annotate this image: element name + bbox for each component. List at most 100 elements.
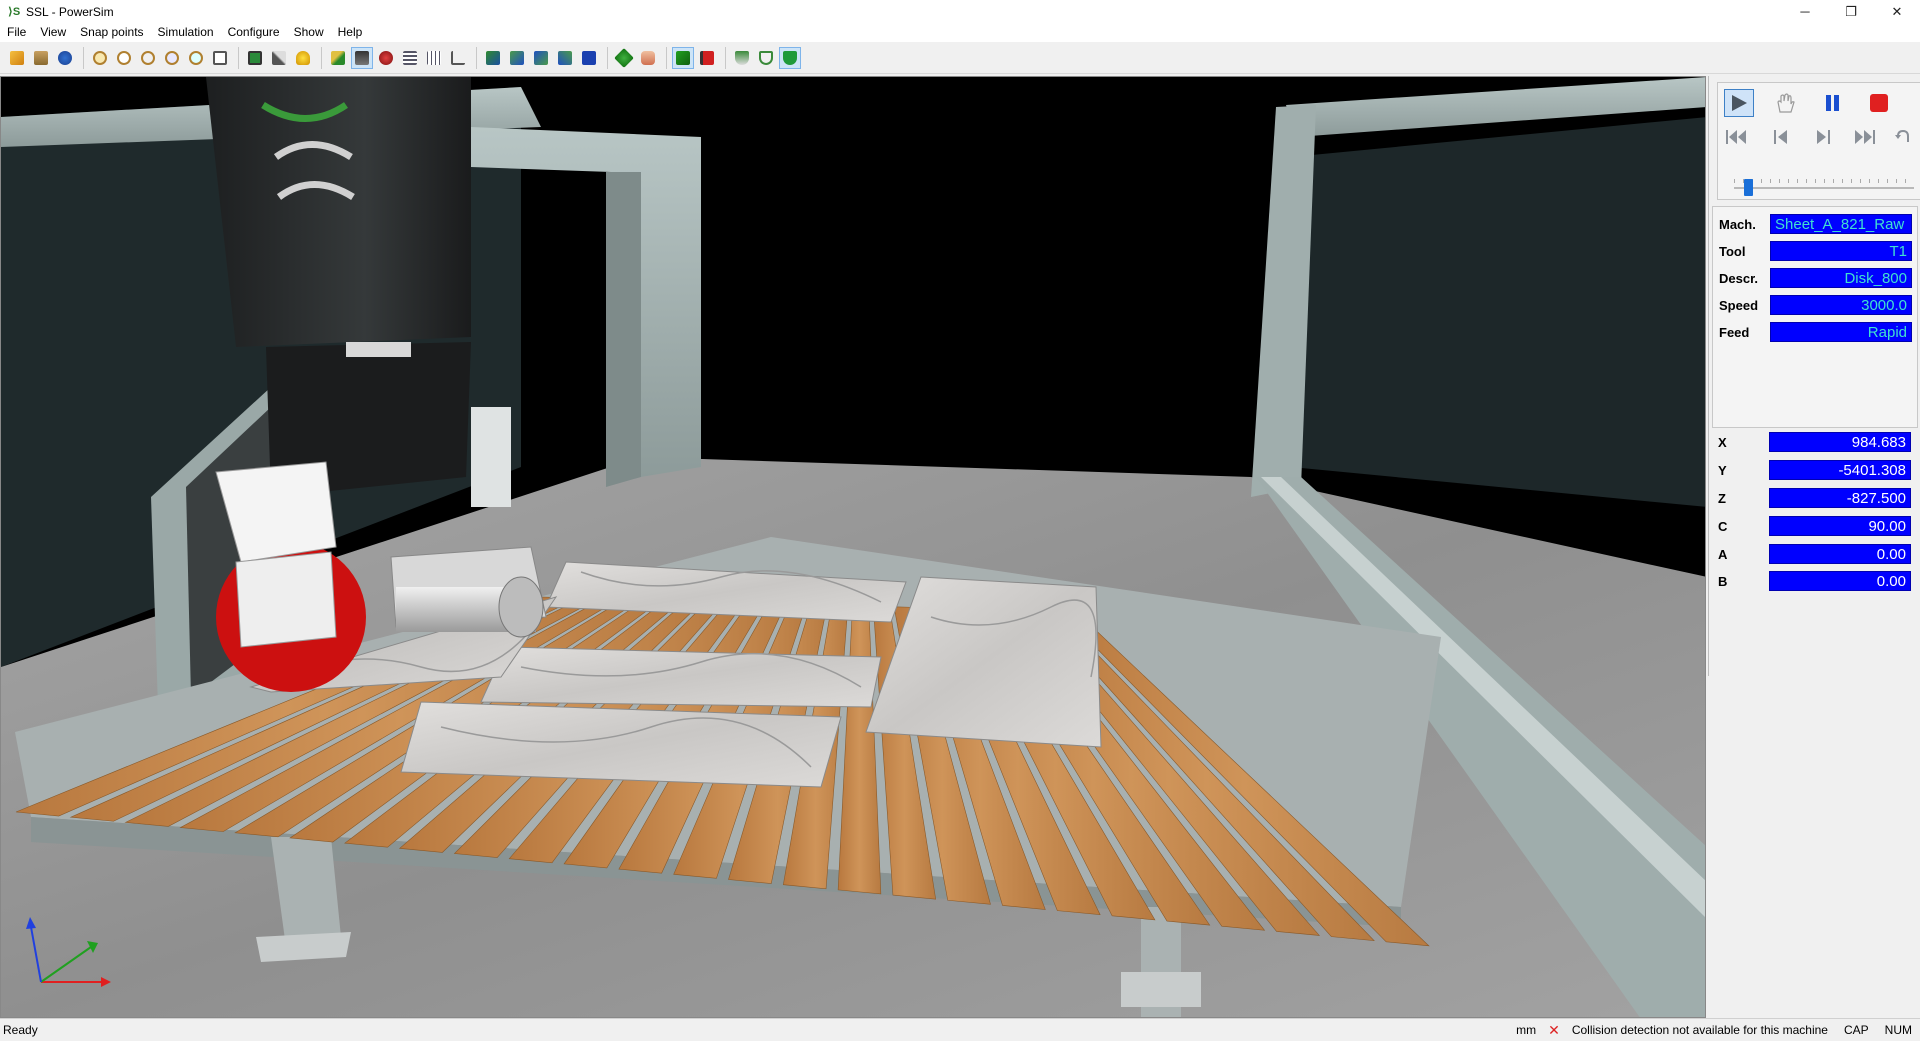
title-bar: ⟩S SSL - PowerSim ─ ❐ ✕ — [0, 0, 1920, 23]
light-icon[interactable] — [292, 47, 314, 69]
collision-message: Collision detection not available for th… — [1571, 1023, 1828, 1037]
step-forward-icon[interactable] — [1808, 123, 1838, 151]
speed-label: Speed — [1719, 298, 1759, 313]
axes-icon[interactable] — [447, 47, 469, 69]
flag-icon[interactable] — [696, 47, 718, 69]
y-value: -5401.308 — [1769, 460, 1911, 480]
fast-forward-end-icon[interactable] — [1850, 123, 1880, 151]
stop-icon[interactable] — [1864, 89, 1894, 117]
menu-simulation[interactable]: Simulation — [151, 23, 221, 42]
shield-green-icon[interactable] — [779, 46, 801, 69]
window-title: SSL - PowerSim — [26, 4, 114, 19]
simulation-controls — [1717, 82, 1920, 200]
close-button[interactable]: ✕ — [1874, 0, 1920, 23]
info-row-tool: Tool T1 — [1713, 240, 1919, 262]
mach-value: Sheet_A_821_Raw — [1770, 214, 1912, 234]
open-icon[interactable] — [6, 47, 28, 69]
menu-view[interactable]: View — [33, 23, 73, 42]
import-icon[interactable] — [54, 47, 76, 69]
collision-x-icon: ✕ — [1548, 1021, 1560, 1038]
zoom-out-icon[interactable] — [137, 47, 159, 69]
coord-row-b: B 0.00 — [1712, 570, 1918, 592]
feed-value: Rapid — [1770, 322, 1912, 342]
num-indicator: NUM — [1884, 1023, 1912, 1037]
x-value: 984.683 — [1769, 432, 1911, 452]
a-value: 0.00 — [1769, 544, 1911, 564]
speed-value: 3000.0 — [1770, 295, 1912, 315]
simulation-panel: Mach. Sheet_A_821_Raw Tool T1 Descr. Dis… — [1708, 76, 1920, 676]
units-indicator: mm — [1516, 1023, 1537, 1037]
info-row-feed: Feed Rapid — [1713, 321, 1919, 343]
tool-value: T1 — [1770, 241, 1912, 261]
info-row-speed: Speed 3000.0 — [1713, 294, 1919, 316]
view-iso-icon[interactable] — [482, 47, 504, 69]
coord-row-x: X 984.683 — [1712, 431, 1918, 453]
info-row-mach: Mach. Sheet_A_821_Raw — [1713, 213, 1919, 235]
speed-slider-thumb[interactable] — [1744, 179, 1754, 196]
zoom-window-icon[interactable] — [113, 47, 135, 69]
hand-icon[interactable] — [637, 47, 659, 69]
right-wall — [1291, 117, 1705, 507]
descr-value: Disk_800 — [1770, 268, 1912, 288]
speed-slider-track[interactable] — [1734, 187, 1914, 189]
minimize-button[interactable]: ─ — [1782, 0, 1828, 23]
menu-snap-points[interactable]: Snap points — [73, 23, 150, 42]
list-icon[interactable] — [399, 47, 421, 69]
shield-outline-icon[interactable] — [755, 47, 777, 69]
shield-icon[interactable] — [731, 47, 753, 69]
status-bar: Ready mm ✕ Collision detection not avail… — [0, 1018, 1920, 1041]
zoom-in-icon[interactable] — [89, 47, 111, 69]
tool-label: Tool — [1719, 244, 1746, 259]
undo-icon[interactable] — [1888, 123, 1918, 151]
check-icon[interactable] — [672, 46, 694, 69]
table-icon[interactable] — [423, 47, 445, 69]
speed-slider-ticks — [1734, 179, 1914, 183]
menu-file[interactable]: File — [0, 23, 33, 42]
feed-label: Feed — [1719, 325, 1750, 340]
view-left-icon[interactable] — [530, 47, 552, 69]
move-icon[interactable] — [613, 47, 635, 69]
step-back-icon[interactable] — [1766, 123, 1796, 151]
caps-indicator: CAP — [1843, 1023, 1869, 1037]
play-icon[interactable] — [1724, 89, 1754, 117]
z-label: Z — [1718, 491, 1726, 506]
y-label: Y — [1718, 463, 1727, 478]
measure-icon[interactable] — [268, 47, 290, 69]
menu-bar: File View Snap points Simulation Configu… — [0, 23, 1920, 42]
machine-scene — [1, 77, 1705, 1017]
a-label: A — [1718, 547, 1728, 562]
gear-icon[interactable] — [375, 47, 397, 69]
coordinates-box: X 984.683 Y -5401.308 Z -827.500 C 90.00… — [1712, 351, 1918, 606]
toolbar — [0, 42, 1920, 74]
restore-button[interactable]: ❐ — [1828, 0, 1874, 23]
print-icon[interactable] — [30, 47, 52, 69]
pencil-icon[interactable] — [327, 47, 349, 69]
zoom-previous-icon[interactable] — [185, 47, 207, 69]
z-value: -827.500 — [1769, 488, 1911, 508]
coord-row-a: A 0.00 — [1712, 543, 1918, 565]
b-label: B — [1718, 574, 1728, 589]
menu-help[interactable]: Help — [331, 23, 370, 42]
machining-head — [206, 77, 471, 347]
status-text: Ready — [3, 1023, 38, 1037]
rewind-start-icon[interactable] — [1722, 123, 1752, 151]
view-right-icon[interactable] — [554, 47, 576, 69]
info-row-descr: Descr. Disk_800 — [1713, 267, 1919, 289]
menu-configure[interactable]: Configure — [221, 23, 287, 42]
hand-icon[interactable] — [1770, 89, 1800, 117]
zoom-fit-icon[interactable] — [161, 47, 183, 69]
mach-label: Mach. — [1719, 217, 1756, 232]
pause-icon[interactable] — [1818, 89, 1848, 117]
c-value: 90.00 — [1769, 516, 1911, 536]
3d-viewport[interactable] — [0, 76, 1706, 1018]
screen-icon[interactable] — [244, 47, 266, 69]
zoom-all-icon[interactable] — [209, 47, 231, 69]
coord-row-c: C 90.00 — [1712, 515, 1918, 537]
view-top-icon[interactable] — [578, 47, 600, 69]
coord-row-z: Z -827.500 — [1712, 487, 1918, 509]
coord-row-y: Y -5401.308 — [1712, 459, 1918, 481]
menu-show[interactable]: Show — [287, 23, 331, 42]
select-icon[interactable] — [351, 46, 373, 69]
x-label: X — [1718, 435, 1727, 450]
view-front-icon[interactable] — [506, 47, 528, 69]
